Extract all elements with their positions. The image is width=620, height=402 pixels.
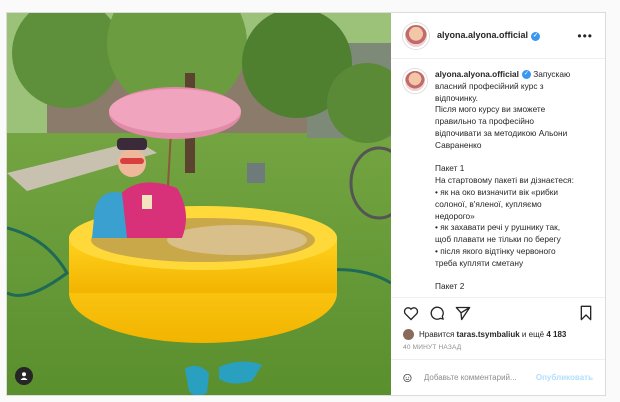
post-sidebar: alyona.alyona.official ✓ ••• alyona.alyon…	[391, 13, 605, 395]
caption-line: Запускаю	[533, 69, 571, 79]
likes-middle: и ещё	[521, 330, 545, 339]
caption-line: Після мого курсу ви зможете	[435, 104, 546, 115]
caption-line: Савраненко	[435, 139, 482, 150]
caption-line: • як на око визначити вік «рибки	[435, 186, 559, 197]
caption-line: правильно та професійно	[435, 116, 535, 127]
caption-line: недорого»	[435, 210, 475, 221]
caption-line: власний професійний курс з	[435, 80, 544, 91]
caption-line: Пакет 2	[435, 281, 465, 292]
post-photo[interactable]	[7, 13, 391, 395]
liker-avatar	[403, 329, 414, 340]
bookmark-icon[interactable]	[579, 305, 593, 321]
caption-line: • як захавати речі у рушнику так,	[435, 222, 561, 233]
caption-line: солоної, в'яленої, купляємо	[435, 198, 542, 209]
caption-line: відпочивати за методикою Альони	[435, 127, 568, 138]
caption-line: • після якого відтінку червоного	[435, 245, 556, 256]
heart-icon[interactable]	[403, 306, 419, 321]
more-horizontal-icon[interactable]: •••	[577, 29, 593, 43]
avatar[interactable]	[403, 22, 429, 49]
post-header: alyona.alyona.official ✓ •••	[391, 13, 605, 59]
caption-avatar[interactable]	[403, 69, 427, 93]
post-username[interactable]: alyona.alyona.official ✓	[437, 30, 541, 41]
post-time[interactable]: 40 МИНУТ НАЗАД	[403, 344, 593, 351]
caption-line: треба купляти сметану	[435, 257, 524, 268]
emoji-icon[interactable]	[403, 370, 412, 386]
post-actions: Нравится taras.tsymbaliuk и ещё 4 183 40…	[391, 297, 605, 359]
verified-icon: ✓	[531, 31, 541, 41]
liker-username[interactable]: taras.tsymbaliuk	[457, 330, 520, 339]
photo-scene	[7, 13, 391, 395]
post-comment-button[interactable]: Опубликовать	[536, 373, 593, 382]
comment-bar: Опубликовать	[391, 359, 605, 395]
instagram-post: alyona.alyona.official ✓ ••• alyona.alyon…	[6, 12, 606, 396]
verified-icon: ✓	[521, 70, 531, 80]
likes-summary: Нравится taras.tsymbaliuk и ещё 4 183	[403, 329, 593, 340]
comment-icon[interactable]	[429, 305, 445, 321]
caption-line: На стартовому пакеті ви дізнаєтеся:	[435, 175, 574, 186]
share-icon[interactable]	[455, 306, 471, 321]
likes-prefix: Нравится	[419, 330, 455, 339]
comment-input[interactable]	[421, 372, 536, 383]
caption-line	[435, 270, 574, 282]
caption-line: відпочинку.	[435, 92, 478, 103]
caption-line	[435, 152, 574, 164]
caption-line: щоб плавати не тільки по берегу	[435, 234, 561, 245]
likes-count[interactable]: 4 183	[546, 330, 566, 339]
tagged-users-button[interactable]	[15, 367, 33, 385]
caption-username[interactable]: alyona.alyona.official	[435, 69, 519, 79]
caption: alyona.alyona.official ✓ Запускаю власний…	[391, 59, 605, 297]
caption-line: Пакет 1	[435, 163, 465, 174]
caption-text: alyona.alyona.official ✓ Запускаю власний…	[435, 69, 574, 293]
user-icon	[20, 372, 28, 380]
